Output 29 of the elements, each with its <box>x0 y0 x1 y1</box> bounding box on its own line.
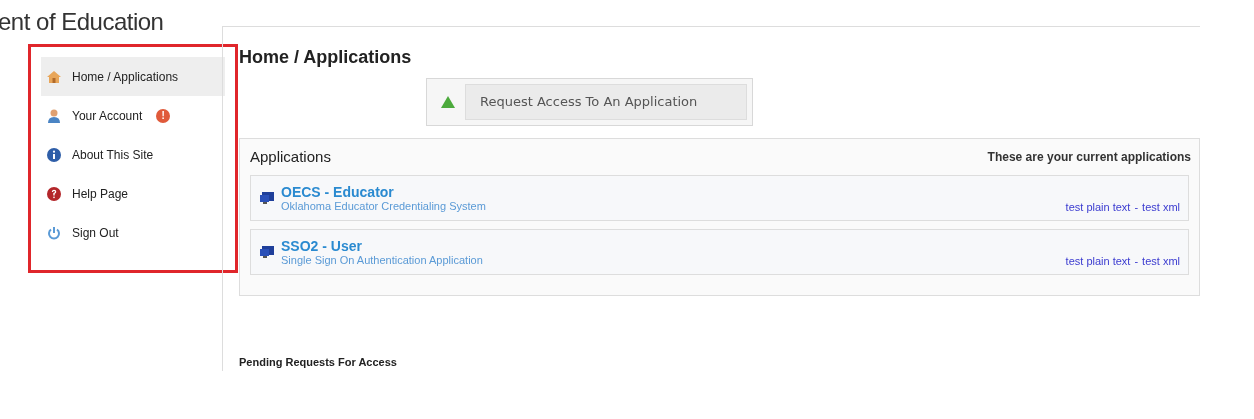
test-link[interactable]: test plain text <box>1065 198 1131 215</box>
test-link[interactable]: test xml <box>1142 252 1180 269</box>
info-icon <box>46 146 62 163</box>
triangle-icon <box>441 96 455 108</box>
sidebar-item[interactable]: Sign Out <box>41 213 225 252</box>
monitor-icon <box>259 244 275 260</box>
sidebar-item[interactable]: About This Site <box>41 135 225 174</box>
pending-heading: Pending Requests For Access <box>239 355 398 370</box>
power-icon <box>46 224 62 241</box>
test-link[interactable]: test plain text <box>1065 252 1131 269</box>
link-separator: - <box>1133 199 1140 215</box>
page-heading: Home / Applications <box>239 46 413 69</box>
application-description: Oklahoma Educator Credentialing System <box>281 199 487 213</box>
panel-title: Applications <box>250 146 331 167</box>
monitor-icon <box>259 190 275 206</box>
help-icon <box>46 185 62 202</box>
request-access-button[interactable]: Request Access To An Application <box>465 84 747 120</box>
application-link[interactable]: OECS - Educator <box>281 183 1060 200</box>
sidebar-item[interactable]: Your Account ! <box>41 96 225 135</box>
application-link[interactable]: SSO2 - User <box>281 237 1060 254</box>
sidebar-item[interactable]: Home / Applications <box>41 57 225 96</box>
application-description: Single Sign On Authentication Application <box>281 253 484 267</box>
link-separator: - <box>1133 253 1140 269</box>
test-link[interactable]: test xml <box>1142 198 1180 215</box>
sidebar-item[interactable]: Help Page <box>41 174 225 213</box>
panel-subtitle: These are your current applications <box>987 149 1191 166</box>
alert-badge: ! <box>156 108 171 123</box>
user-icon <box>46 107 62 124</box>
house-icon <box>46 68 62 85</box>
